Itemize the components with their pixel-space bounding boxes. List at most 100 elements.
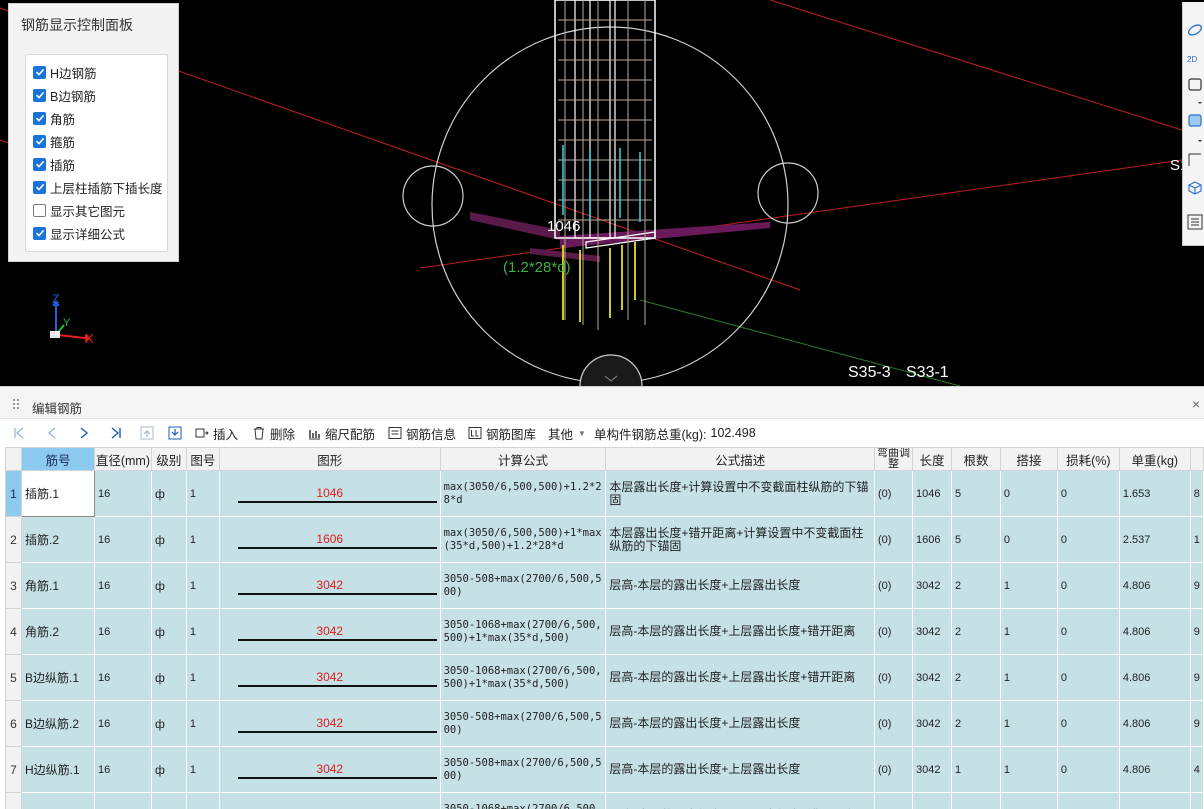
checkbox-checked-icon[interactable] <box>33 157 46 171</box>
cell-loss[interactable]: 0 <box>1056 470 1120 517</box>
cell-figure-no[interactable]: 1 <box>185 700 220 747</box>
cell-formula-desc[interactable]: 层高-本层的露出长度+上层露出长度 <box>605 746 876 793</box>
cell-bend-adjust[interactable]: (0) <box>874 470 913 517</box>
cell-lap[interactable]: 0 <box>999 470 1058 517</box>
cell-count[interactable]: 2 <box>950 608 1001 655</box>
checkbox-checked-icon[interactable] <box>33 226 46 240</box>
cell-grade[interactable]: ф <box>150 654 187 701</box>
cell-length[interactable]: 1606 <box>911 516 952 563</box>
cell-count[interactable]: 2 <box>950 562 1001 609</box>
cell-rebar-name[interactable]: 角筋.1 <box>20 562 95 609</box>
cell-bend-adjust[interactable]: (0) <box>874 608 913 655</box>
cell-formula-desc[interactable]: 本层露出长度+计算设置中不变截面柱纵筋的下锚固 <box>605 470 876 517</box>
3d-viewport[interactable]: 1046 (1.2*28*d) S35-3 S33-1 S1 Z Y X 钢筋显… <box>0 0 1204 386</box>
cell-length[interactable]: 1046 <box>911 470 952 517</box>
cell-formula[interactable]: 3050-508+max(2700/6,500,500) <box>439 746 607 793</box>
table-row[interactable]: 5 B边纵筋.1 16 ф 1 3042 3050-1068+max(2700/6,500,… <box>5 654 1204 701</box>
frame-icon[interactable] <box>1187 152 1203 168</box>
col-header-total[interactable] <box>1189 447 1204 471</box>
cell-loss[interactable]: 0 <box>1056 746 1120 793</box>
cell-grade[interactable]: ф <box>150 562 187 609</box>
cell-shape[interactable]: 1046 <box>218 470 441 517</box>
cell-lap[interactable]: 1 <box>999 654 1058 701</box>
box-view-icon[interactable] <box>1187 76 1203 92</box>
checkbox-checked-icon[interactable] <box>33 180 46 194</box>
cell-length[interactable]: 3042 <box>911 562 952 609</box>
cell-shape[interactable]: 3042 <box>218 746 441 793</box>
rebar-library-button[interactable]: 钢筋图库 <box>468 425 536 442</box>
cell-figure-no[interactable]: 1 <box>185 746 220 793</box>
cell-lap[interactable]: 1 <box>999 562 1058 609</box>
checkbox-show-detailed-formula[interactable]: 显示详细公式 <box>33 224 125 242</box>
cell-diameter[interactable]: 16 <box>93 654 152 701</box>
cell-length[interactable]: 3042 <box>911 792 952 809</box>
move-up-icon[interactable] <box>140 426 154 440</box>
cell-count[interactable]: 2 <box>950 700 1001 747</box>
close-icon[interactable]: × <box>1192 397 1200 411</box>
rebar-info-button[interactable]: 钢筋信息 <box>388 425 456 442</box>
table-row[interactable]: 6 B边纵筋.2 16 ф 1 3042 3050-508+max(2700/6,500,5… <box>5 700 1204 747</box>
checkbox-unchecked-icon[interactable] <box>33 203 46 217</box>
cell-diameter[interactable]: 16 <box>93 608 152 655</box>
cell-grade[interactable]: ф <box>150 516 187 563</box>
cell-loss[interactable]: 0 <box>1056 516 1120 563</box>
checkbox-show-other-elements[interactable]: 显示其它图元 <box>33 201 125 219</box>
col-header-bend-adjust[interactable]: 弯曲调整 <box>874 447 913 471</box>
row-number[interactable]: 5 <box>5 654 22 701</box>
cell-loss[interactable]: 0 <box>1056 608 1120 655</box>
cell-unit-weight[interactable]: 4.806 <box>1118 562 1191 609</box>
checkbox-checked-icon[interactable] <box>33 88 46 102</box>
cell-formula-desc[interactable]: 层高-本层的露出长度+上层露出长度 <box>605 700 876 747</box>
cell-unit-weight[interactable]: 2.537 <box>1118 516 1191 563</box>
cell-diameter[interactable]: 16 <box>93 792 152 809</box>
cell-unit-weight[interactable]: 1.653 <box>1118 470 1191 517</box>
checkbox-b-rebar[interactable]: B边钢筋 <box>33 86 96 104</box>
cell-total[interactable]: 8 <box>1189 470 1204 517</box>
orbit-icon[interactable] <box>1187 22 1203 38</box>
cell-count[interactable]: 1 <box>950 746 1001 793</box>
cell-rebar-name[interactable]: H边纵筋.1 <box>20 746 95 793</box>
cell-loss[interactable]: 0 <box>1056 792 1120 809</box>
cell-total[interactable]: 9 <box>1189 654 1204 701</box>
next-record-icon[interactable] <box>77 426 91 440</box>
cell-shape[interactable]: 3042 <box>218 608 441 655</box>
col-header-rebar-no[interactable]: 筋号 <box>20 447 95 471</box>
cell-grade[interactable]: ф <box>150 608 187 655</box>
cell-grade[interactable]: ф <box>150 470 187 517</box>
cell-bend-adjust[interactable]: (0) <box>874 654 913 701</box>
cell-formula[interactable]: 3050-1068+max(2700/6,500,500)+1*max(35*d… <box>439 792 607 809</box>
chevron-down-icon[interactable] <box>1187 96 1203 112</box>
cell-lap[interactable]: 0 <box>999 516 1058 563</box>
scale-rebar-button[interactable]: 缩尺配筋 <box>307 425 375 442</box>
first-record-icon[interactable] <box>12 426 26 440</box>
row-number[interactable]: 2 <box>5 516 22 563</box>
checkbox-checked-icon[interactable] <box>33 111 46 125</box>
cell-diameter[interactable]: 16 <box>93 516 152 563</box>
cell-lap[interactable]: 1 <box>999 608 1058 655</box>
cube-icon[interactable] <box>1187 180 1203 196</box>
delete-button[interactable]: 删除 <box>252 425 295 442</box>
cell-figure-no[interactable]: 1 <box>185 792 220 809</box>
cell-bend-adjust[interactable]: (0) <box>874 792 913 809</box>
cell-formula[interactable]: 3050-1068+max(2700/6,500,500)+1*max(35*d… <box>439 608 607 655</box>
cell-unit-weight[interactable]: 4.806 <box>1118 746 1191 793</box>
col-header-length[interactable]: 长度 <box>911 447 952 471</box>
cell-length[interactable]: 3042 <box>911 654 952 701</box>
cell-lap[interactable]: 1 <box>999 700 1058 747</box>
cell-formula[interactable]: max(3050/6,500,500)+1*max(35*d,500)+1.2*… <box>439 516 607 563</box>
cell-length[interactable]: 3042 <box>911 700 952 747</box>
cell-bend-adjust[interactable]: (0) <box>874 746 913 793</box>
cell-total[interactable]: 4 <box>1189 746 1204 793</box>
cell-figure-no[interactable]: 1 <box>185 654 220 701</box>
cell-shape[interactable]: 3042 <box>218 562 441 609</box>
col-header-count[interactable]: 根数 <box>950 447 1001 471</box>
col-header-loss[interactable]: 损耗(%) <box>1056 447 1120 471</box>
cell-lap[interactable]: 1 <box>999 792 1058 809</box>
col-header-diameter[interactable]: 直径(mm) <box>93 447 152 471</box>
checkbox-checked-icon[interactable] <box>33 134 46 148</box>
cell-figure-no[interactable]: 1 <box>185 608 220 655</box>
insert-button[interactable]: 插入 <box>195 425 238 442</box>
cell-rebar-name[interactable]: 角筋.2 <box>20 608 95 655</box>
cell-rebar-name[interactable]: 插筋.2 <box>20 516 95 563</box>
cell-grade[interactable]: ф <box>150 700 187 747</box>
